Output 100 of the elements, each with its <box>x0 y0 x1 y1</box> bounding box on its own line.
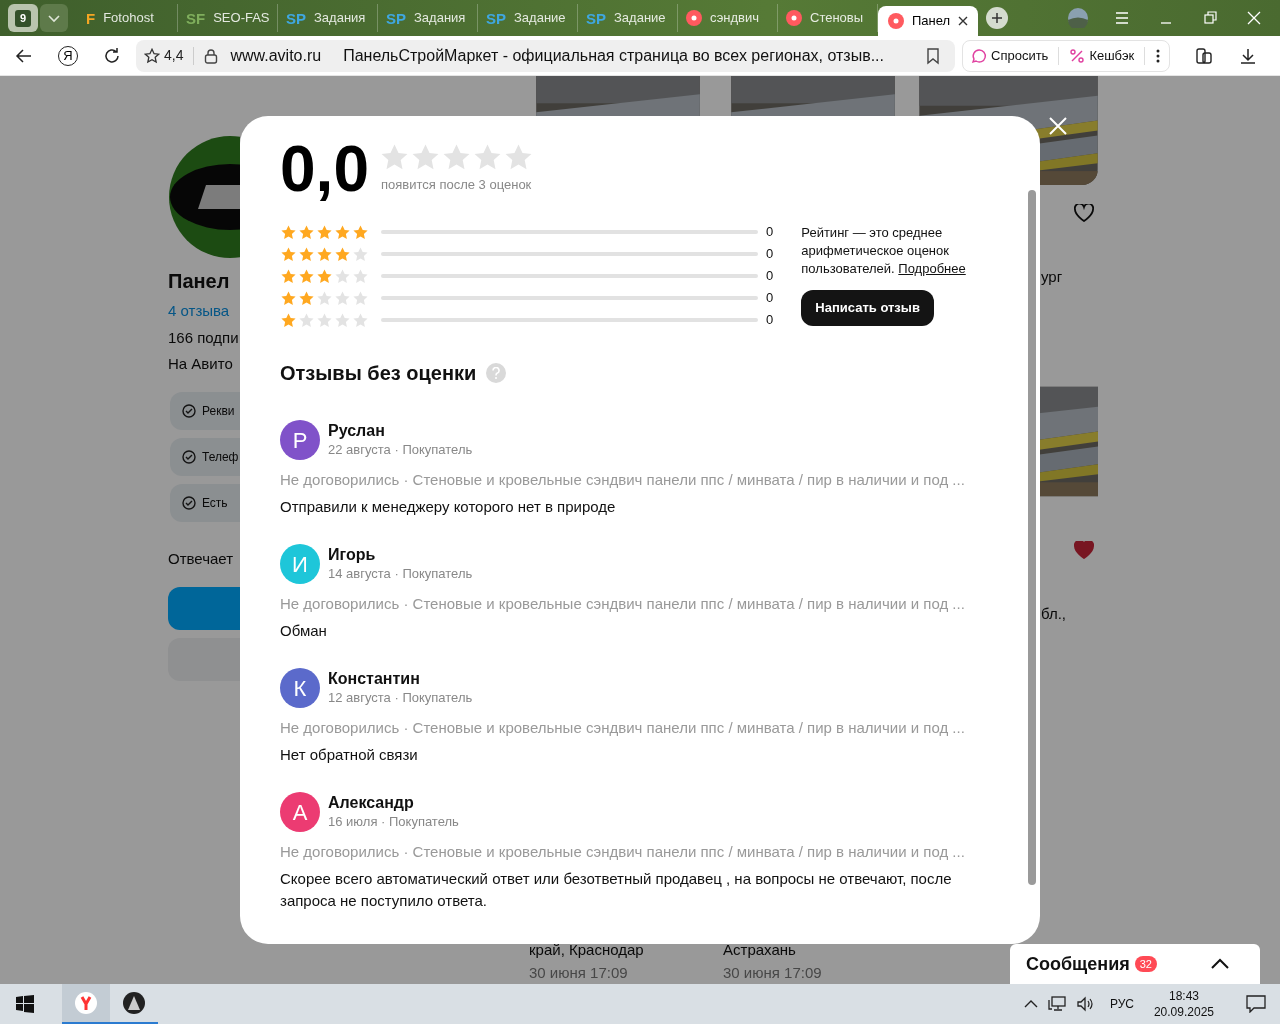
rating-info-text: Рейтинг — это среднее арифметическое оценок пользователей. Подробнее <box>801 224 967 278</box>
write-review-button[interactable]: Написать отзыв <box>801 290 934 326</box>
review-deal-info: Не договорились · Стеновые и кровельные сэндвич панели ппс / минвата / пир в наличии и под ... <box>280 842 966 862</box>
tab-title: Стеновы <box>810 9 864 28</box>
avatar-icon[interactable] <box>1068 8 1088 28</box>
avatar: И <box>280 544 320 584</box>
listing-location: край, Краснодар <box>529 940 645 960</box>
avatar: А <box>280 792 320 832</box>
tab-title: Задания <box>314 9 366 28</box>
check-circle-icon <box>182 449 196 464</box>
review-meta: 16 июля · Покупатель <box>328 813 459 831</box>
listing-location: Астрахань <box>723 940 797 960</box>
star-icon <box>316 289 333 307</box>
browser-tab[interactable]: SP Задание <box>578 4 678 32</box>
tab-counter[interactable]: 9 <box>8 4 38 32</box>
review-text: Скорее всего автоматический ответ или безответный продавец , на вопросы не отвечают, после запроса не поступило ответа. <box>280 869 953 911</box>
star-icon <box>352 289 369 307</box>
tab-title: SEO-FAS <box>213 9 270 28</box>
star-icon <box>352 223 369 241</box>
browser-tab[interactable]: SF SEO-FAS <box>178 4 278 32</box>
star-icon <box>316 267 333 285</box>
extensions-icon[interactable] <box>1194 45 1215 66</box>
star-icon <box>280 245 297 263</box>
clock[interactable]: 18:43 20.09.2025 <box>1153 988 1214 1020</box>
reviewer-name: Александр <box>328 793 415 813</box>
address-field[interactable]: 4,4 www.avito.ru ПанельСтройМаркет - официальная страница во всех регионах, отзыв... <box>136 39 955 72</box>
star-icon <box>334 245 351 263</box>
check-circle-icon <box>182 403 196 418</box>
volume-icon[interactable] <box>1075 996 1094 1012</box>
site-rating: 4,4 <box>164 46 184 65</box>
seller-name: Панел <box>168 269 231 294</box>
star-icon <box>280 311 297 329</box>
listing-title: бл., <box>1041 603 1067 624</box>
plus-icon[interactable] <box>986 7 1008 29</box>
badge-text: Рекви <box>202 402 235 420</box>
rating-score: 0,0 <box>280 134 369 204</box>
listing-title: ург <box>1041 267 1064 287</box>
star-icon <box>352 267 369 285</box>
toolbar-button[interactable]: Кешбэк <box>1069 45 1135 66</box>
language-indicator[interactable]: РУС <box>1109 995 1134 1013</box>
section-title: Отзывы без оценки <box>280 361 477 386</box>
avatar: К <box>280 668 320 708</box>
star-icon <box>334 289 351 307</box>
tab-title: Панел <box>912 12 951 31</box>
star-icon <box>280 289 297 307</box>
messages-title: Сообщения <box>1026 952 1130 976</box>
review-text: Обман <box>280 621 328 641</box>
browser-tab[interactable]: SP Задание <box>478 4 578 32</box>
percent-icon <box>1069 47 1086 64</box>
star-icon <box>352 245 369 263</box>
review-deal-info: Не договорились · Стеновые и кровельные сэндвич панели ппс / минвата / пир в наличии и под ... <box>280 470 966 490</box>
star-icon <box>280 223 297 241</box>
more-icon[interactable] <box>1155 47 1162 64</box>
browser-tab[interactable]: SP Задания <box>378 4 478 32</box>
windows-start-icon[interactable] <box>16 995 34 1013</box>
star-icon <box>280 267 297 285</box>
tab-title: Задание <box>514 9 566 28</box>
browser-tab[interactable]: Стеновы <box>778 4 878 32</box>
browser-tab[interactable]: Панел <box>878 6 978 36</box>
heart-icon[interactable] <box>1074 540 1094 559</box>
heart-icon[interactable] <box>1074 204 1094 222</box>
bookmark-icon[interactable] <box>925 46 941 65</box>
star-icon <box>334 267 351 285</box>
reload-icon[interactable] <box>102 45 122 66</box>
notification-icon[interactable] <box>1246 995 1266 1013</box>
star-icon <box>352 311 369 329</box>
lock-icon <box>204 47 219 64</box>
app-icon <box>123 992 145 1014</box>
clock-time: 18:43 <box>1168 988 1199 1004</box>
reviewer-name: Игорь <box>328 545 377 565</box>
star-icon <box>298 289 315 307</box>
reviewer-name: Руслан <box>328 421 386 441</box>
chevron-down-icon[interactable] <box>40 4 68 32</box>
star-icon <box>144 47 160 64</box>
chevron-up-icon[interactable] <box>1023 999 1038 1009</box>
chevron-up-icon[interactable] <box>1210 958 1230 970</box>
reviewer-name: Константин <box>328 669 421 689</box>
browser-tab[interactable]: SP Задания <box>278 4 378 32</box>
star-icon <box>334 223 351 241</box>
network-icon[interactable] <box>1047 996 1066 1012</box>
listing-date: 30 июня 17:09 <box>529 962 629 983</box>
listing-date: 30 июня 17:09 <box>723 962 823 983</box>
favicon-icon: SP <box>486 10 506 26</box>
close-icon[interactable] <box>958 16 969 26</box>
toolbar-button[interactable]: Спросить <box>971 45 1049 66</box>
star-icon <box>298 223 315 241</box>
browser-tab[interactable]: F Fotohost <box>78 4 178 32</box>
browser-tab[interactable]: сэндвич <box>678 4 778 32</box>
badge-text: Телеф <box>202 448 239 466</box>
page-title: ПанельСтройМаркет - официальная страница во всех регионах, отзыв... <box>343 45 884 66</box>
rating-note: появится после 3 оценок <box>380 176 533 194</box>
browser-icon <box>75 992 97 1014</box>
messages-widget[interactable]: Сообщения 32 <box>1010 944 1260 984</box>
rating-count: 0 <box>766 267 774 286</box>
tab-title: Задание <box>614 9 666 28</box>
star-icon <box>298 245 315 263</box>
question-mark-icon <box>492 367 501 379</box>
rating-count: 0 <box>766 311 774 330</box>
more-link[interactable]: Подробнее <box>898 261 966 276</box>
scrollbar-thumb[interactable] <box>1028 190 1036 885</box>
